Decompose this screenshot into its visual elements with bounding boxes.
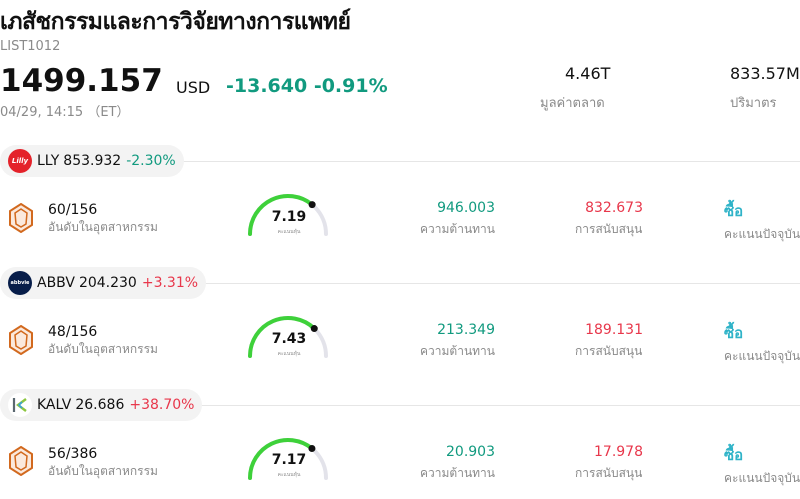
stock-symbol: KALV: [37, 397, 72, 413]
index-change: -13.640 -0.91%: [226, 75, 388, 97]
rating-value: ซื้อ: [724, 324, 744, 342]
support-value: 17.978: [594, 444, 643, 460]
resistance-label: ความต้านทาน: [420, 466, 495, 480]
support-label: การสนับสนุน: [575, 466, 643, 480]
stock-pill[interactable]: KALV 26.686 +38.70%: [0, 389, 203, 421]
page-title: เภสัชกรรมและการวิจัยทางการแพทย์: [0, 9, 351, 35]
stock-score: 7.17: [271, 452, 307, 468]
industry-rank-label: อันดับในอุตสาหกรรม: [48, 220, 158, 234]
gauge-marker: [308, 444, 316, 452]
resistance-value: 213.349: [437, 322, 495, 338]
abbvie-logo-icon: abbvie: [8, 271, 32, 295]
volume-label: ปริมาตร: [730, 96, 777, 111]
stock-pill[interactable]: Lilly LLY 853.932 -2.30%: [0, 145, 184, 177]
divider: [178, 283, 800, 284]
resistance-value: 20.903: [446, 444, 495, 460]
logo-text: abbvie: [10, 280, 30, 286]
stock-price: 204.230: [78, 275, 137, 291]
stock-price: 26.686: [75, 397, 125, 413]
gauge-marker: [308, 201, 316, 209]
divider: [178, 161, 800, 162]
market-cap-value: 4.46T: [565, 64, 611, 83]
stock-score-label: คะแนนหุ้น: [277, 351, 301, 357]
industry-rank: 48/156: [48, 324, 98, 340]
timestamp: 04/29, 14:15 （ET）: [0, 105, 130, 120]
rating-label: คะแนนปัจจุบัน: [724, 471, 800, 485]
lilly-logo-icon: Lilly: [8, 149, 32, 173]
industry-rank-label: อันดับในอุตสาหกรรม: [48, 464, 158, 478]
rating-label: คะแนนปัจจุบัน: [724, 349, 800, 363]
currency-label: USD: [176, 78, 211, 97]
rank-hexagon-icon: [9, 446, 33, 476]
resistance-value: 946.003: [437, 200, 495, 216]
stock-symbol: ABBV: [37, 275, 75, 291]
stock-score-label: คะแนนหุ้น: [277, 472, 301, 478]
volume-value: 833.57M: [730, 64, 800, 83]
list-code: LIST1012: [0, 39, 61, 54]
support-value: 832.673: [585, 200, 643, 216]
stock-change: +38.70%: [129, 397, 195, 413]
divider: [178, 405, 800, 406]
support-value: 189.131: [585, 322, 643, 338]
rank-hexagon-icon: [9, 325, 33, 355]
industry-rank: 60/156: [48, 202, 98, 218]
resistance-label: ความต้านทาน: [420, 222, 495, 236]
rating-value: ซื้อ: [724, 446, 744, 464]
rating-value: ซื้อ: [724, 202, 744, 220]
rank-hexagon-icon: [9, 203, 33, 233]
kalvista-logo-icon: [8, 393, 32, 417]
stock-pill[interactable]: abbvie ABBV 204.230 +3.31%: [0, 267, 207, 299]
industry-rank-label: อันดับในอุตสาหกรรม: [48, 342, 158, 356]
index-price: 1499.157: [0, 63, 163, 99]
market-cap-label: มูลค่าตลาด: [540, 96, 605, 111]
kalvista-mark: [12, 398, 27, 412]
resistance-label: ความต้านทาน: [420, 344, 495, 358]
support-label: การสนับสนุน: [575, 344, 643, 358]
stock-score: 7.43: [271, 331, 307, 347]
stock-score: 7.19: [271, 209, 307, 225]
industry-rank: 56/386: [48, 446, 98, 462]
stock-price: 853.932: [63, 153, 122, 169]
stock-score-label: คะแนนหุ้น: [277, 229, 301, 235]
stock-symbol: LLY: [37, 153, 60, 169]
rating-label: คะแนนปัจจุบัน: [724, 227, 800, 241]
support-label: การสนับสนุน: [575, 222, 643, 236]
logo-text: Lilly: [11, 157, 29, 165]
stock-change: -2.30%: [126, 153, 176, 169]
stock-change: +3.31%: [141, 275, 199, 291]
